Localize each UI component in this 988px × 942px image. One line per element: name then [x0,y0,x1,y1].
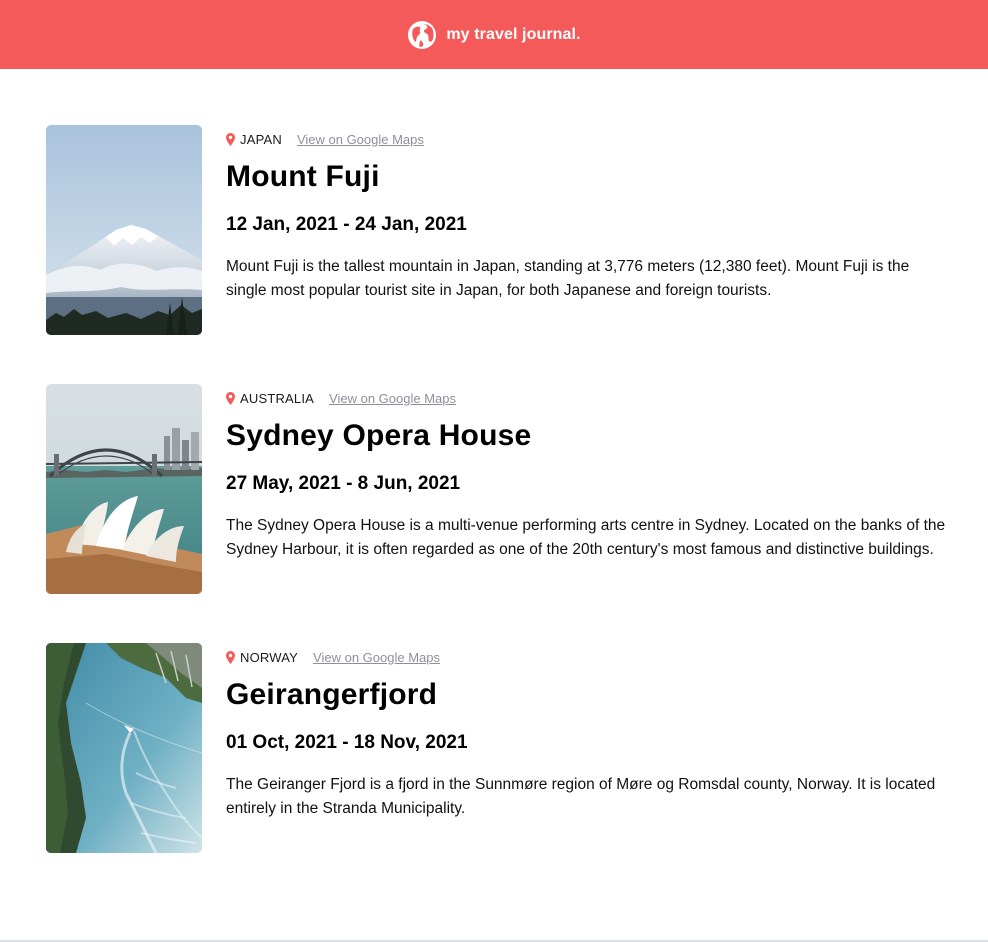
page: my travel journal. JAPAN View on Google … [0,0,988,942]
trip-dates: 01 Oct, 2021 - 18 Nov, 2021 [226,732,468,753]
place-description: Mount Fuji is the tallest mountain in Ja… [226,258,910,299]
country-label: JAPAN [240,131,282,147]
trip-dates: 27 May, 2021 - 8 Jun, 2021 [226,473,461,494]
country-label: AUSTRALIA [240,390,315,406]
journal-entry: AUSTRALIA View on Google Maps Sydney Ope… [0,384,988,643]
entry-info: NORWAY View on Google Maps Geirangerfjor… [226,643,948,821]
location-pin-icon [226,650,235,664]
app-title: my travel journal. [446,25,581,43]
place-title: Geirangerfjord [226,678,438,711]
location-row: JAPAN View on Google Maps [226,125,948,153]
place-title: Sydney Opera House [226,419,532,452]
journal-entries: JAPAN View on Google Maps Mount Fuji 12 … [0,69,988,902]
place-description: The Sydney Opera House is a multi-venue … [226,517,946,558]
navbar: my travel journal. [0,0,988,69]
place-title: Mount Fuji [226,160,380,193]
geirangerfjord-photo [46,643,202,853]
location-row: NORWAY View on Google Maps [226,643,948,671]
google-maps-link[interactable]: View on Google Maps [313,650,440,665]
entry-info: AUSTRALIA View on Google Maps Sydney Ope… [226,384,948,562]
globe-icon [408,20,437,49]
google-maps-link[interactable]: View on Google Maps [329,391,456,406]
location-row: AUSTRALIA View on Google Maps [226,384,948,412]
entry-info: JAPAN View on Google Maps Mount Fuji 12 … [226,125,948,303]
place-description: The Geiranger Fjord is a fjord in the Su… [226,776,936,817]
mount-fuji-photo [46,125,202,335]
location-pin-icon [226,391,235,405]
location-pin-icon [226,132,235,146]
google-maps-link[interactable]: View on Google Maps [297,132,424,147]
journal-entry: NORWAY View on Google Maps Geirangerfjor… [0,643,988,902]
journal-entry: JAPAN View on Google Maps Mount Fuji 12 … [0,125,988,384]
trip-dates: 12 Jan, 2021 - 24 Jan, 2021 [226,214,467,235]
country-label: NORWAY [240,649,299,665]
sydney-opera-house-photo [46,384,202,594]
